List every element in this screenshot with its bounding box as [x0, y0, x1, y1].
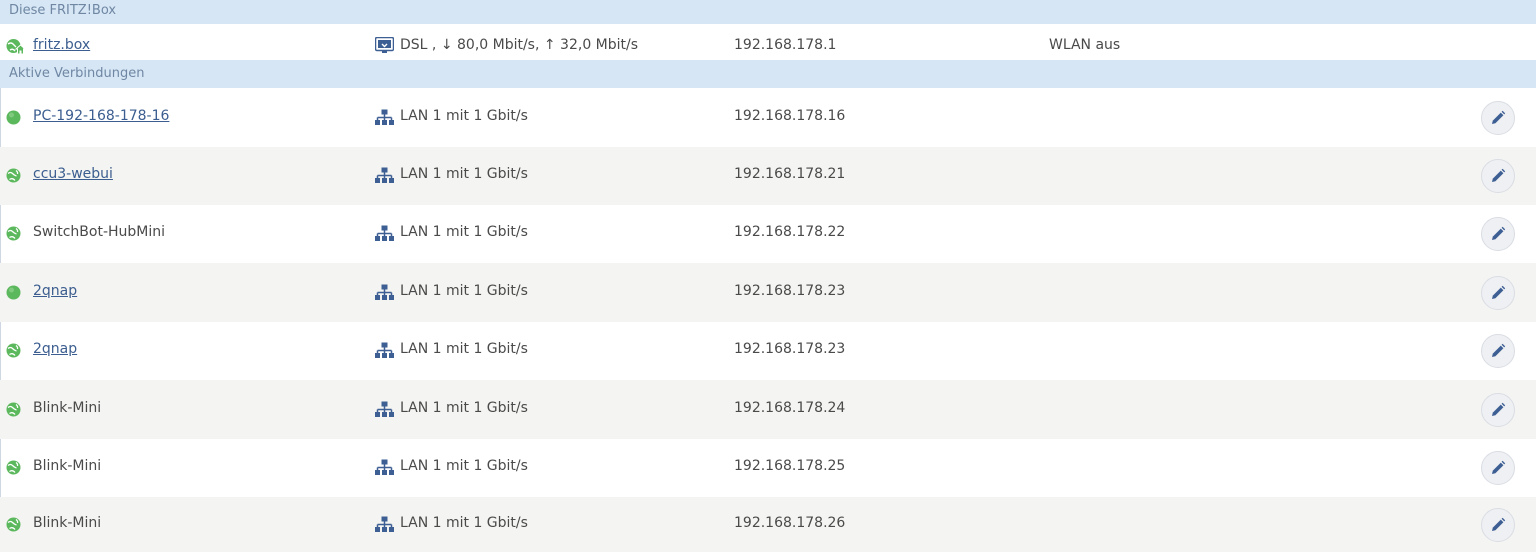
pencil-icon	[1492, 517, 1506, 531]
edit-device-button[interactable]	[1481, 508, 1515, 542]
table-row: ccu3-webui LAN 1 mit 1 Gbit/s 192.168.178.…	[0, 147, 1536, 205]
device-ip: 192.168.178.16	[734, 108, 846, 124]
edit-device-button[interactable]	[1481, 334, 1515, 368]
fritzbox-wlan-status: WLAN aus	[1049, 37, 1121, 53]
lan-icon	[375, 109, 394, 125]
device-connection: LAN 1 mit 1 Gbit/s	[400, 283, 528, 299]
section-header-this-box: Diese FRITZ!Box	[0, 0, 1536, 24]
edit-device-button[interactable]	[1481, 393, 1515, 427]
table-row: Blink-Mini LAN 1 mit 1 Gbit/s 192.168.178.…	[0, 497, 1536, 552]
device-name: Blink-Mini	[33, 458, 102, 474]
device-ip: 192.168.178.23	[734, 283, 846, 299]
edit-device-button[interactable]	[1481, 101, 1515, 135]
device-connection: LAN 1 mit 1 Gbit/s	[400, 108, 528, 124]
device-connection: LAN 1 mit 1 Gbit/s	[400, 341, 528, 357]
device-connection: LAN 1 mit 1 Gbit/s	[400, 166, 528, 182]
section-header-active-label: Aktive Verbindungen	[9, 66, 145, 81]
section-header-active: Aktive Verbindungen	[0, 60, 1536, 88]
globe-icon	[6, 402, 21, 417]
device-connection: LAN 1 mit 1 Gbit/s	[400, 400, 528, 416]
pencil-icon	[1492, 168, 1506, 182]
table-row: SwitchBot-HubMini LAN 1 mit 1 Gbit/s 192.1…	[0, 205, 1536, 263]
edit-device-button[interactable]	[1481, 159, 1515, 193]
device-name: SwitchBot-HubMini	[33, 224, 166, 240]
device-ip: 192.168.178.22	[734, 224, 846, 240]
lan-icon	[375, 459, 394, 475]
device-ip: 192.168.178.24	[734, 400, 846, 416]
device-ip: 192.168.178.21	[734, 166, 846, 182]
fritzbox-row: fritz.box DSL , ↓ 80,0 Mbit/s, ↑ 32,0 Mb…	[0, 24, 1536, 60]
pencil-icon	[1492, 460, 1506, 474]
device-name[interactable]: 2qnap	[33, 341, 77, 357]
device-name: Blink-Mini	[33, 400, 102, 416]
table-row: Blink-Mini LAN 1 mit 1 Gbit/s 192.168.178.…	[0, 439, 1536, 497]
table-row: Blink-Mini LAN 1 mit 1 Gbit/s 192.168.178.…	[0, 380, 1536, 439]
globe-icon	[6, 460, 21, 475]
device-connection: LAN 1 mit 1 Gbit/s	[400, 515, 528, 531]
lan-icon	[375, 516, 394, 532]
lan-icon	[375, 342, 394, 358]
edit-device-button[interactable]	[1481, 217, 1515, 251]
device-name[interactable]: 2qnap	[33, 283, 77, 299]
device-ip: 192.168.178.23	[734, 341, 846, 357]
device-name[interactable]: PC-192-168-178-16	[33, 108, 169, 124]
edit-device-button[interactable]	[1481, 276, 1515, 310]
pencil-icon	[1492, 110, 1506, 124]
table-row: 2qnap LAN 1 mit 1 Gbit/s 192.168.178.23	[0, 263, 1536, 322]
device-ip: 192.168.178.25	[734, 458, 846, 474]
device-connection: LAN 1 mit 1 Gbit/s	[400, 458, 528, 474]
device-name: Blink-Mini	[33, 515, 102, 531]
globe-icon	[6, 517, 21, 532]
lan-icon	[375, 401, 394, 417]
dsl-icon	[375, 37, 394, 53]
edit-device-button[interactable]	[1481, 451, 1515, 485]
fritzbox-name-link[interactable]: fritz.box	[33, 37, 90, 53]
pencil-icon	[1492, 402, 1506, 416]
globe-icon	[6, 168, 21, 183]
globe-icon	[6, 343, 21, 358]
globe-icon	[6, 226, 21, 241]
pencil-icon	[1492, 285, 1506, 299]
fritzbox-connection: DSL , ↓ 80,0 Mbit/s, ↑ 32,0 Mbit/s	[400, 37, 639, 53]
section-header-this-box-label: Diese FRITZ!Box	[9, 3, 117, 18]
table-row: 2qnap LAN 1 mit 1 Gbit/s 192.168.178.23	[0, 322, 1536, 380]
pencil-icon	[1492, 343, 1506, 357]
table-row: PC-192-168-178-16 LAN 1 mit 1 Gbit/s 192.1…	[0, 88, 1536, 147]
green-dot-icon	[6, 285, 21, 300]
fritzbox-ip: 192.168.178.1	[734, 37, 837, 53]
green-dot-icon	[6, 110, 21, 125]
device-connection: LAN 1 mit 1 Gbit/s	[400, 224, 528, 240]
lan-icon	[375, 225, 394, 241]
device-ip: 192.168.178.26	[734, 515, 846, 531]
pencil-icon	[1492, 226, 1506, 240]
device-name[interactable]: ccu3-webui	[33, 166, 113, 182]
lan-icon	[375, 284, 394, 300]
globe-home-icon	[6, 39, 25, 55]
lan-icon	[375, 167, 394, 183]
